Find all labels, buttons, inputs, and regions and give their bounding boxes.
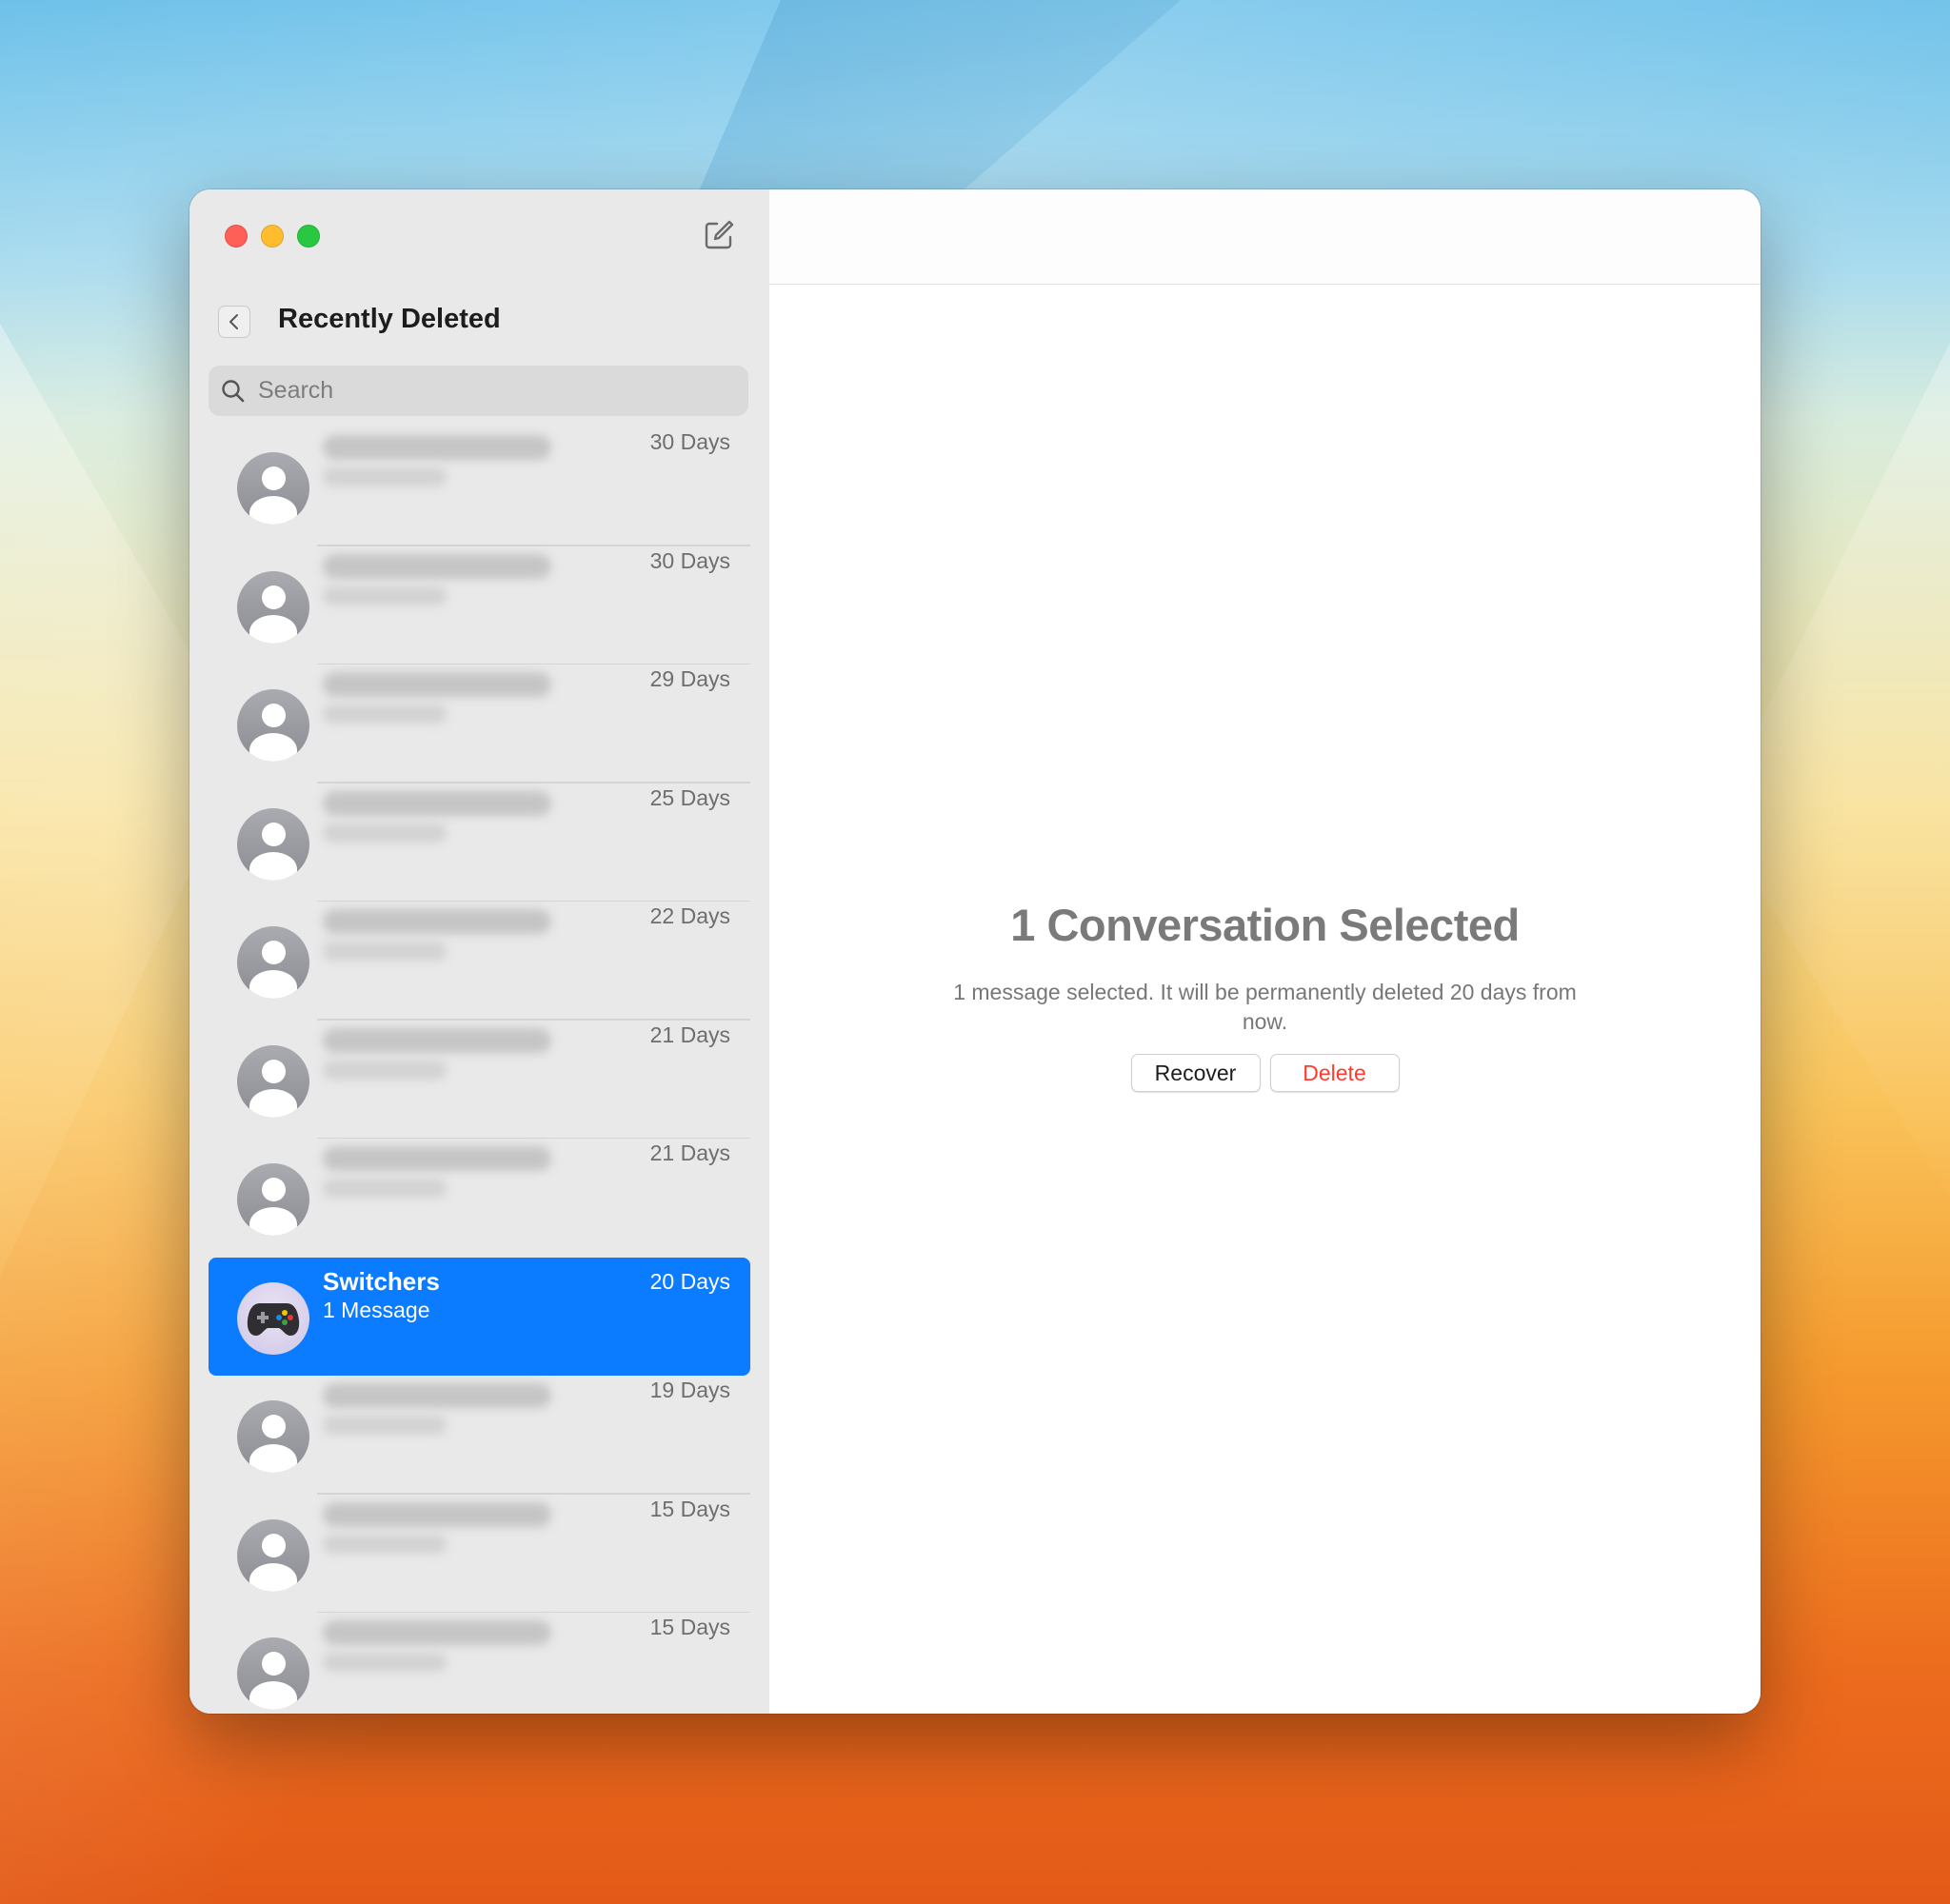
sidebar-title: Recently Deleted bbox=[278, 304, 501, 334]
redacted-contact-name bbox=[323, 790, 551, 816]
days-remaining: 29 Days bbox=[649, 666, 730, 691]
gamepad-icon bbox=[247, 1302, 300, 1336]
redacted-contact-name bbox=[323, 1027, 551, 1053]
selection-summary: 1 Conversation Selected 1 message select… bbox=[769, 899, 1761, 1092]
sidebar: Recently Deleted 30 Days 30 Days bbox=[189, 189, 771, 1714]
contact-avatar-icon bbox=[237, 570, 309, 644]
conversation-item[interactable]: 30 Days bbox=[189, 427, 769, 546]
contact-avatar-icon bbox=[237, 807, 309, 881]
conversation-item[interactable]: 21 Days bbox=[189, 1021, 769, 1139]
redacted-message-count bbox=[323, 704, 447, 724]
back-button[interactable] bbox=[218, 306, 250, 338]
conversation-list: 30 Days 30 Days 29 Days 25 Days 22 Days … bbox=[189, 427, 769, 1714]
conversation-item-selected[interactable]: Switchers 1 Message 20 Days bbox=[209, 1257, 750, 1376]
contact-avatar-icon bbox=[237, 1637, 309, 1710]
group-avatar bbox=[237, 1281, 309, 1355]
conversation-item[interactable]: 15 Days bbox=[189, 1613, 769, 1714]
days-remaining: 22 Days bbox=[649, 903, 730, 928]
conversation-item[interactable]: 21 Days bbox=[189, 1139, 769, 1258]
redacted-message-count bbox=[323, 1534, 447, 1554]
redacted-message-count bbox=[323, 1179, 447, 1198]
search-field[interactable] bbox=[209, 366, 748, 416]
action-buttons: Recover Delete bbox=[769, 1054, 1761, 1092]
message-count: 1 Message bbox=[323, 1297, 430, 1322]
contact-avatar-icon bbox=[237, 926, 309, 999]
redacted-contact-name bbox=[323, 1146, 551, 1171]
redacted-contact-name bbox=[323, 553, 551, 579]
conversation-item[interactable]: 29 Days bbox=[189, 664, 769, 783]
days-remaining: 30 Days bbox=[649, 429, 730, 454]
selection-title: 1 Conversation Selected bbox=[1010, 900, 1520, 950]
back-chevron-icon bbox=[229, 314, 238, 329]
close-button[interactable] bbox=[225, 225, 248, 248]
days-remaining: 19 Days bbox=[649, 1378, 730, 1402]
redacted-message-count bbox=[323, 823, 447, 843]
redacted-message-count bbox=[323, 1060, 447, 1080]
compose-icon[interactable] bbox=[702, 218, 736, 252]
conversation-item[interactable]: 22 Days bbox=[189, 902, 769, 1021]
redacted-message-count bbox=[323, 1653, 447, 1672]
redacted-message-count bbox=[323, 1416, 447, 1435]
days-remaining: 21 Days bbox=[649, 1140, 730, 1165]
search-input[interactable] bbox=[256, 376, 717, 406]
redacted-message-count bbox=[323, 942, 447, 961]
messages-window: Recently Deleted 30 Days 30 Days bbox=[189, 189, 1761, 1714]
days-remaining: 15 Days bbox=[649, 1496, 730, 1521]
window-controls bbox=[225, 225, 320, 248]
delete-button[interactable]: Delete bbox=[1269, 1054, 1400, 1092]
redacted-contact-name bbox=[323, 435, 551, 460]
conversation-item[interactable]: 30 Days bbox=[189, 546, 769, 664]
days-remaining: 25 Days bbox=[649, 784, 730, 810]
detail-pane: 1 Conversation Selected 1 message select… bbox=[769, 189, 1761, 1714]
days-remaining: 15 Days bbox=[649, 1615, 730, 1639]
redacted-contact-name bbox=[323, 1501, 551, 1527]
contact-avatar-icon bbox=[237, 1163, 309, 1236]
redacted-message-count bbox=[323, 467, 447, 486]
conversation-item[interactable]: 19 Days bbox=[189, 1376, 769, 1495]
days-remaining: 21 Days bbox=[649, 1021, 730, 1047]
recover-button[interactable]: Recover bbox=[1130, 1054, 1261, 1092]
selection-description: 1 message selected. It will be permanent… bbox=[953, 980, 1577, 1034]
redacted-contact-name bbox=[323, 1620, 551, 1645]
conversation-name: Switchers bbox=[323, 1266, 440, 1296]
zoom-button[interactable] bbox=[297, 225, 320, 248]
contact-avatar-icon bbox=[237, 1518, 309, 1592]
conversation-item[interactable]: 25 Days bbox=[189, 783, 769, 902]
redacted-message-count bbox=[323, 585, 447, 605]
redacted-contact-name bbox=[323, 909, 551, 934]
minimize-button[interactable] bbox=[261, 225, 284, 248]
contact-avatar-icon bbox=[237, 452, 309, 525]
contact-avatar-icon bbox=[237, 689, 309, 762]
detail-toolbar bbox=[769, 189, 1761, 285]
redacted-contact-name bbox=[323, 672, 551, 697]
days-remaining: 20 Days bbox=[649, 1268, 730, 1294]
contact-avatar-icon bbox=[237, 1400, 309, 1473]
conversation-item[interactable]: 15 Days bbox=[189, 1495, 769, 1613]
days-remaining: 30 Days bbox=[649, 547, 730, 573]
contact-avatar-icon bbox=[237, 1044, 309, 1118]
redacted-contact-name bbox=[323, 1383, 551, 1408]
search-icon bbox=[222, 379, 245, 402]
